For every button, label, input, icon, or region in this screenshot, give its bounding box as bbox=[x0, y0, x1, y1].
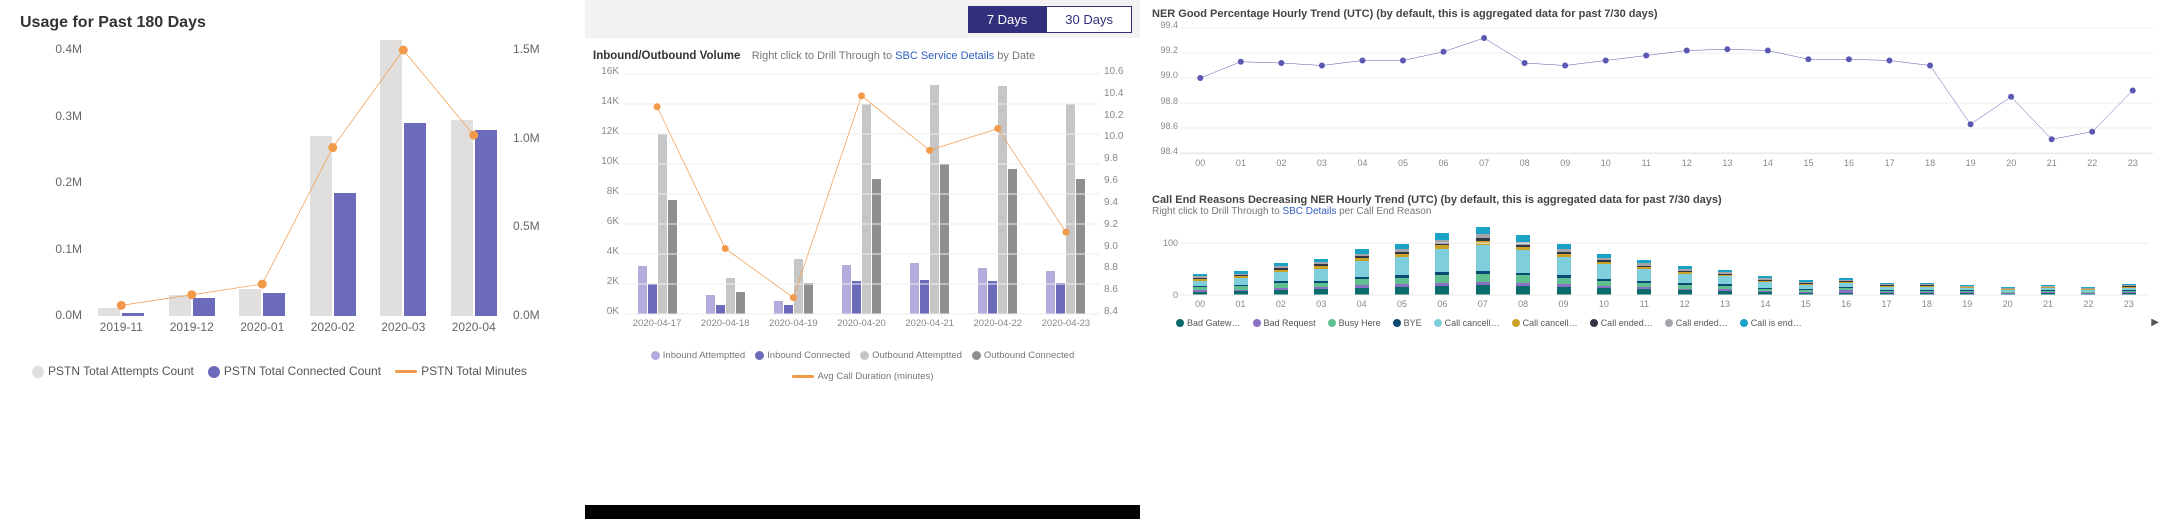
legend-attempts: PSTN Total Attempts Count bbox=[32, 364, 194, 378]
link-sbc-details[interactable]: SBC Details bbox=[1282, 206, 1336, 217]
lg-bye: BYE bbox=[1393, 318, 1422, 328]
bottom-black-strip bbox=[585, 505, 1140, 519]
legend-connected: PSTN Total Connected Count bbox=[208, 364, 381, 378]
range-toggle: 7 Days 30 Days bbox=[968, 6, 1132, 33]
lg-bad-request: Bad Request bbox=[1253, 318, 1316, 328]
inout-subtitle: Right click to Drill Through to SBC Serv… bbox=[752, 50, 1036, 62]
inout-title: Inbound/Outbound Volume bbox=[593, 50, 740, 62]
panel-usage-180: Usage for Past 180 Days 2019-112019-1220… bbox=[0, 0, 585, 519]
legend-call-end: Bad Gatew… Bad Request Busy Here BYE Cal… bbox=[1176, 317, 2159, 328]
lg-busy-here: Busy Here bbox=[1328, 318, 1381, 328]
chart-usage-180: 2019-112019-122020-012020-022020-032020-… bbox=[50, 50, 545, 350]
lg-cie: Call is end… bbox=[1740, 318, 1802, 328]
legend-scroll-right-icon[interactable]: ▶ bbox=[2151, 317, 2159, 328]
inout-heading: Inbound/Outbound Volume Right click to D… bbox=[593, 48, 1132, 62]
top-strip: 7 Days 30 Days bbox=[585, 0, 1140, 38]
legend-out-att: Outbound Attemptted bbox=[860, 350, 962, 361]
legend-minutes: PSTN Total Minutes bbox=[395, 364, 527, 378]
legend-avg-dur: Avg Call Duration (minutes) bbox=[792, 371, 934, 382]
lg-ce2: Call ended… bbox=[1665, 318, 1728, 328]
cer-subtitle: Right click to Drill Through to SBC Deta… bbox=[1152, 206, 2159, 217]
lg-ce1: Call ended… bbox=[1590, 318, 1653, 328]
title-180: Usage for Past 180 Days bbox=[20, 14, 575, 32]
legend-180: PSTN Total Attempts Count PSTN Total Con… bbox=[32, 364, 575, 378]
panel-inout-volume: 7 Days 30 Days Inbound/Outbound Volume R… bbox=[585, 0, 1140, 519]
ner-title: NER Good Percentage Hourly Trend (UTC) (… bbox=[1152, 8, 2159, 20]
chart-call-end-reasons: 0001020304050607080910111213141516171819… bbox=[1180, 225, 2159, 315]
legend-in-conn: Inbound Connected bbox=[755, 350, 850, 361]
legend-inout: Inbound Attemptted Inbound Connected Out… bbox=[593, 350, 1132, 382]
panel-right: NER Good Percentage Hourly Trend (UTC) (… bbox=[1140, 0, 2171, 519]
legend-out-conn: Outbound Connected bbox=[972, 350, 1074, 361]
chart-inout-volume: 2020-04-172020-04-182020-04-192020-04-20… bbox=[593, 72, 1132, 342]
cer-title: Call End Reasons Decreasing NER Hourly T… bbox=[1152, 194, 2159, 206]
lg-cc2: Call cancell… bbox=[1512, 318, 1578, 328]
toggle-30days[interactable]: 30 Days bbox=[1046, 6, 1132, 33]
toggle-7days[interactable]: 7 Days bbox=[968, 6, 1046, 33]
chart-ner-hourly: 0001020304050607080910111213141516171819… bbox=[1180, 26, 2159, 176]
legend-in-att: Inbound Attemptted bbox=[651, 350, 745, 361]
link-sbc-service-details[interactable]: SBC Service Details bbox=[895, 50, 994, 62]
lg-bad-gateway: Bad Gatew… bbox=[1176, 318, 1241, 328]
lg-cc1: Call cancell… bbox=[1434, 318, 1500, 328]
